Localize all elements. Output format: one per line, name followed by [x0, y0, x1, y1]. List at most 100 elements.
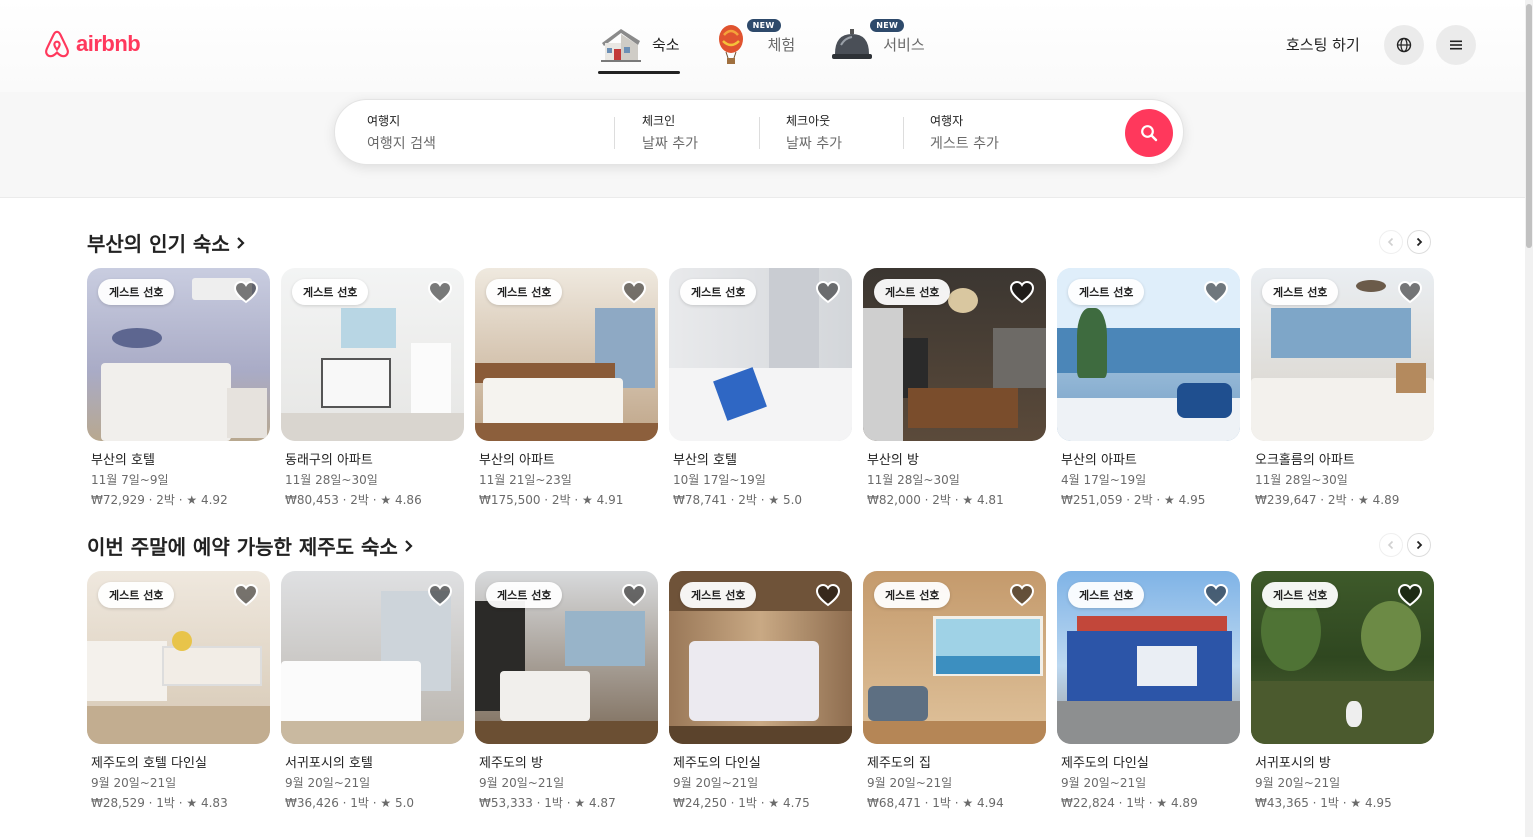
chevron-right-icon: [1416, 237, 1423, 247]
listing-photo[interactable]: 게스트 선호: [1057, 268, 1240, 441]
listing-price-rating: ₩24,250 · 1박 · ★ 4.75: [673, 796, 810, 810]
carousel-next-button[interactable]: [1407, 230, 1431, 254]
listing-price-rating: ₩251,059 · 2박 · ★ 4.95: [1061, 493, 1206, 507]
page-scrollbar[interactable]: [1525, 0, 1533, 837]
listing-title: 오크홀름의 아파트: [1255, 453, 1355, 468]
heart-icon[interactable]: [815, 280, 841, 304]
listing-photo[interactable]: 게스트 선호: [475, 571, 658, 744]
listing-photo[interactable]: 게스트 선호: [863, 571, 1046, 744]
heart-icon[interactable]: [1203, 280, 1229, 304]
scrollbar-thumb[interactable]: [1526, 4, 1532, 248]
listing-card[interactable]: 게스트 선호 부산의 아파트 11월 21일~23일 ₩175,500 · 2박…: [475, 268, 658, 508]
listing-card[interactable]: 게스트 선호 오크홀름의 아파트 11월 28일~30일 ₩239,647 · …: [1251, 268, 1434, 508]
new-badge: NEW: [869, 18, 906, 33]
become-host-link[interactable]: 호스팅 하기: [1286, 34, 1360, 55]
search-where-title: 여행지: [367, 114, 401, 128]
listing-price-rating: ₩80,453 · 2박 · ★ 4.86: [285, 493, 422, 507]
heart-icon[interactable]: [621, 583, 647, 607]
guest-favorite-badge: 게스트 선호: [486, 279, 563, 305]
heart-icon[interactable]: [1009, 583, 1035, 607]
listing-card[interactable]: 게스트 선호 제주도의 다인실 9월 20일~21일 ₩22,824 · 1박 …: [1057, 571, 1240, 811]
listing-price-rating: ₩82,000 · 2박 · ★ 4.81: [867, 493, 1004, 507]
guest-favorite-badge: 게스트 선호: [292, 279, 369, 305]
section-title-text: 부산의 인기 숙소: [87, 232, 230, 256]
listing-card[interactable]: 게스트 선호 부산의 아파트 4월 17일~19일 ₩251,059 · 2박 …: [1057, 268, 1240, 508]
listing-photo[interactable]: 게스트 선호: [1057, 571, 1240, 744]
carousel-prev-button[interactable]: [1379, 533, 1403, 557]
carousel-prev-button[interactable]: [1379, 230, 1403, 254]
tab-services-label: 서비스: [883, 35, 925, 54]
listing-card[interactable]: 서귀포시의 호텔 9월 20일~21일 ₩36,426 · 1박 · ★ 5.0: [281, 571, 464, 811]
tab-experiences[interactable]: NEW 체험: [714, 14, 795, 74]
listing-dates: 4월 17일~19일: [1061, 473, 1147, 487]
carousel-next-button[interactable]: [1407, 533, 1431, 557]
airbnb-wordmark: airbnb: [76, 31, 141, 56]
heart-icon[interactable]: [1009, 280, 1035, 304]
listing-photo[interactable]: 게스트 선호: [87, 268, 270, 441]
section-title-busan[interactable]: 부산의 인기 숙소: [87, 228, 246, 257]
chevron-left-icon: [1387, 540, 1394, 550]
listing-photo[interactable]: 게스트 선호: [1251, 268, 1434, 441]
listing-photo[interactable]: 게스트 선호: [669, 268, 852, 441]
listing-title: 부산의 아파트: [1061, 453, 1137, 468]
menu-button[interactable]: [1436, 25, 1476, 65]
listing-photo[interactable]: 게스트 선호: [87, 571, 270, 744]
listing-card[interactable]: 게스트 선호 부산의 호텔 10월 17일~19일 ₩78,741 · 2박 ·…: [669, 268, 852, 508]
listing-row-busan: 게스트 선호 부산의 호텔 11월 7일~9일 ₩72,929 · 2박 · ★…: [87, 268, 1434, 508]
listing-card[interactable]: 게스트 선호 부산의 호텔 11월 7일~9일 ₩72,929 · 2박 · ★…: [87, 268, 270, 508]
chevron-left-icon: [1387, 237, 1394, 247]
tab-services[interactable]: NEW 서비스: [829, 14, 925, 74]
listing-title: 제주도의 방: [479, 756, 543, 771]
search-guests[interactable]: 여행자 게스트 추가: [930, 112, 999, 153]
heart-icon[interactable]: [233, 583, 259, 607]
listing-card[interactable]: 게스트 선호 제주도의 호텔 다인실 9월 20일~21일 ₩28,529 · …: [87, 571, 270, 811]
heart-icon[interactable]: [815, 583, 841, 607]
listing-photo[interactable]: 게스트 선호: [669, 571, 852, 744]
search-checkin-value: 날짜 추가: [642, 136, 698, 152]
divider: [759, 117, 760, 149]
tab-stays[interactable]: 숙소: [598, 14, 680, 74]
heart-icon[interactable]: [1397, 583, 1423, 607]
listing-photo[interactable]: 게스트 선호: [1251, 571, 1434, 744]
listing-photo[interactable]: 게스트 선호: [281, 268, 464, 441]
heart-icon[interactable]: [621, 280, 647, 304]
listing-dates: 9월 20일~21일: [1255, 776, 1341, 790]
listing-card[interactable]: 게스트 선호 동래구의 아파트 11월 28일~30일 ₩80,453 · 2박…: [281, 268, 464, 508]
listing-dates: 9월 20일~21일: [673, 776, 759, 790]
heart-icon[interactable]: [427, 280, 453, 304]
airbnb-logo[interactable]: airbnb: [42, 28, 141, 60]
hamburger-menu-icon: [1450, 40, 1462, 50]
heart-icon[interactable]: [1203, 583, 1229, 607]
language-button[interactable]: [1384, 25, 1424, 65]
guest-favorite-badge: 게스트 선호: [680, 582, 757, 608]
listing-title: 제주도의 호텔 다인실: [91, 756, 207, 771]
section-title-jeju[interactable]: 이번 주말에 예약 가능한 제주도 숙소: [87, 531, 414, 560]
listing-title: 서귀포시의 호텔: [285, 756, 373, 771]
listing-photo[interactable]: [281, 571, 464, 744]
heart-icon[interactable]: [233, 280, 259, 304]
listing-title: 동래구의 아파트: [285, 453, 373, 468]
search-checkout-value: 날짜 추가: [786, 136, 842, 152]
listing-card[interactable]: 게스트 선호 부산의 방 11월 28일~30일 ₩82,000 · 2박 · …: [863, 268, 1046, 508]
search-checkout-title: 체크아웃: [786, 114, 831, 128]
chevron-right-icon: [236, 236, 245, 249]
listing-card[interactable]: 게스트 선호 제주도의 집 9월 20일~21일 ₩68,471 · 1박 · …: [863, 571, 1046, 811]
airbnb-logo-icon: [45, 30, 69, 58]
guest-favorite-badge: 게스트 선호: [486, 582, 563, 608]
search-checkin-title: 체크인: [642, 114, 676, 128]
listing-dates: 9월 20일~21일: [285, 776, 371, 790]
listing-photo[interactable]: 게스트 선호: [475, 268, 658, 441]
listing-card[interactable]: 게스트 선호 제주도의 방 9월 20일~21일 ₩53,333 · 1박 · …: [475, 571, 658, 811]
search-where-input[interactable]: 여행지 검색: [367, 133, 436, 153]
search-button[interactable]: [1125, 109, 1173, 157]
search-where[interactable]: 여행지 여행지 검색: [367, 112, 436, 153]
listing-card[interactable]: 게스트 선호 서귀포시의 방 9월 20일~21일 ₩43,365 · 1박 ·…: [1251, 571, 1434, 811]
listing-photo[interactable]: 게스트 선호: [863, 268, 1046, 441]
listing-title: 부산의 호텔: [91, 453, 155, 468]
heart-icon[interactable]: [1397, 280, 1423, 304]
search-checkout[interactable]: 체크아웃 날짜 추가: [786, 112, 842, 153]
search-checkin[interactable]: 체크인 날짜 추가: [642, 112, 698, 153]
heart-icon[interactable]: [427, 583, 453, 607]
listing-title: 제주도의 다인실: [673, 756, 761, 771]
listing-card[interactable]: 게스트 선호 제주도의 다인실 9월 20일~21일 ₩24,250 · 1박 …: [669, 571, 852, 811]
